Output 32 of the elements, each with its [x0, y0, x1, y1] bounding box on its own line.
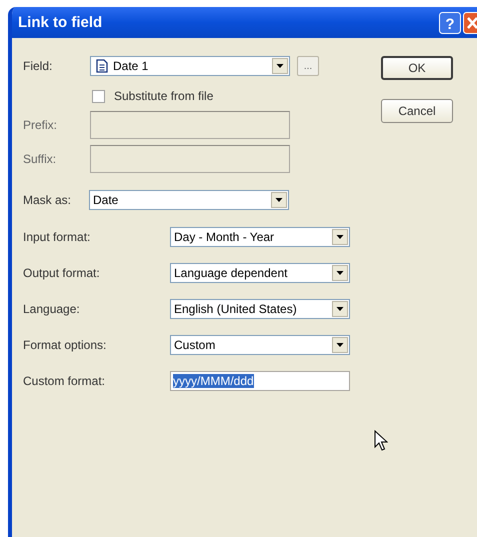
close-icon[interactable] — [463, 12, 477, 34]
field-label: Format options: — [23, 338, 108, 352]
dropdown[interactable]: Date — [89, 190, 289, 210]
dropdown-value: English (United States) — [174, 302, 298, 316]
dialog-button[interactable]: OK — [381, 56, 453, 80]
field-label: Input format: — [23, 230, 92, 244]
dropdown-value: Language dependent — [174, 266, 288, 280]
dropdown[interactable]: Language dependent — [170, 263, 350, 283]
dropdown[interactable]: Date 1 — [90, 56, 290, 76]
window-title: Link to field — [18, 14, 102, 31]
field-label: Prefix: — [23, 118, 58, 132]
field-label: Language: — [23, 302, 81, 316]
dropdown-value: Custom — [174, 338, 216, 352]
field-label: Suffix: — [23, 152, 58, 166]
field-label: Mask as: — [23, 193, 72, 207]
dropdown[interactable]: Custom — [170, 335, 350, 355]
mouse-pointer-icon — [374, 430, 388, 452]
dropdown[interactable]: English (United States) — [170, 299, 350, 319]
text-field[interactable]: yyyy/MMM/ddd — [170, 371, 350, 391]
dropdown-value: Date — [93, 193, 120, 207]
dropdown[interactable]: Day - Month - Year — [170, 227, 350, 247]
dialog-button[interactable]: Cancel — [381, 99, 453, 123]
browse-button[interactable]: ... — [297, 56, 319, 76]
checkbox[interactable] — [92, 90, 105, 102]
help-icon[interactable]: ? — [439, 12, 461, 34]
document-icon — [96, 59, 108, 73]
dropdown-value: Date 1 — [113, 59, 150, 73]
field-label: Custom format: — [23, 374, 106, 388]
field-label: Field: — [23, 59, 54, 73]
field-label: Output format: — [23, 266, 101, 280]
checkbox-label: Substitute from file — [114, 89, 214, 103]
dropdown-value: Day - Month - Year — [174, 230, 276, 244]
